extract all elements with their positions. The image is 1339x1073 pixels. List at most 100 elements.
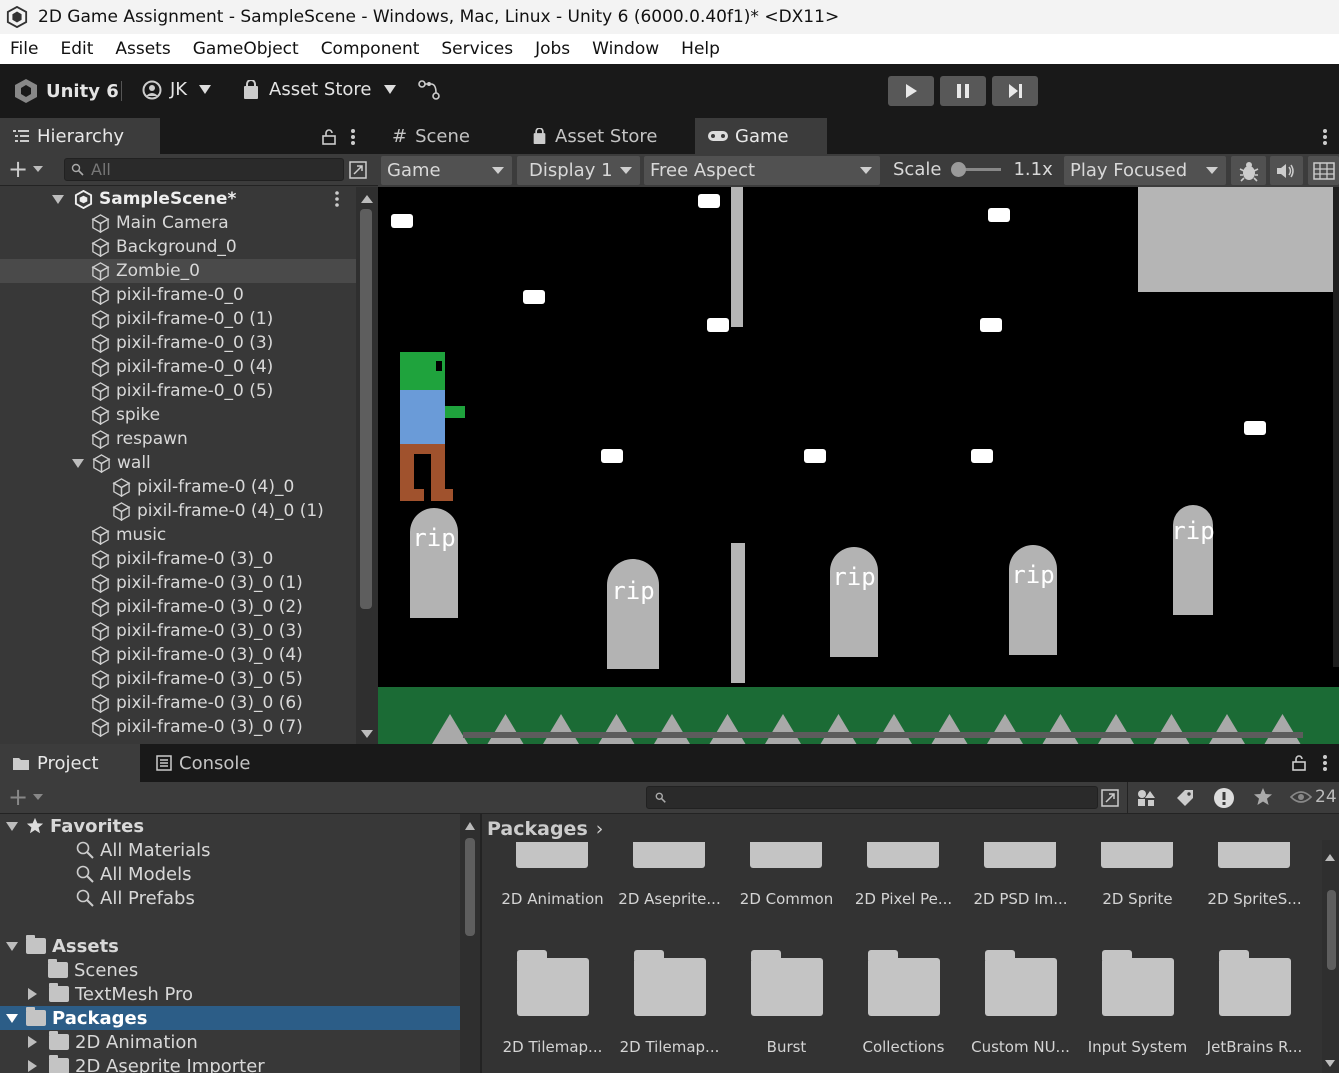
tab-console[interactable]: Console [144, 744, 274, 782]
hierarchy-item[interactable]: Zombie_0 [0, 259, 356, 283]
hierarchy-item[interactable]: pixil-frame-0 (3)_0 (7) [0, 715, 356, 739]
package-folder-item[interactable]: Collections [845, 950, 962, 1056]
create-dropdown[interactable]: + [8, 785, 44, 809]
scroll-up-arrow-icon[interactable] [465, 822, 475, 830]
hierarchy-item[interactable]: pixil-frame-0 (4)_0 [0, 475, 356, 499]
project-tree-item[interactable]: All Prefabs [0, 886, 460, 910]
package-folder-item[interactable]: 2D Pixel Pe... [845, 842, 962, 908]
kebab-menu-icon[interactable] [1322, 128, 1328, 146]
project-tree-item[interactable]: Favorites [0, 814, 460, 838]
warning-filter-icon[interactable] [1213, 787, 1235, 809]
package-folder-item[interactable]: 2D Aseprite... [611, 842, 728, 908]
project-tree-item[interactable]: TextMesh Pro [0, 982, 460, 1006]
lock-icon[interactable] [322, 129, 336, 145]
menu-item-services[interactable]: Services [441, 39, 513, 59]
project-tree-item[interactable]: Packages [0, 1006, 460, 1030]
tab-game[interactable]: Game [695, 118, 827, 154]
hierarchy-item[interactable]: Background_0 [0, 235, 356, 259]
hierarchy-item[interactable]: pixil-frame-0 (3)_0 (1) [0, 571, 356, 595]
tab-asset-store[interactable]: Asset Store [520, 118, 685, 154]
kebab-menu-icon[interactable] [334, 191, 340, 207]
hidden-packages-toggle[interactable]: 24 [1290, 787, 1337, 807]
kebab-menu-icon[interactable] [1322, 754, 1328, 772]
scroll-down-arrow-icon[interactable] [361, 730, 373, 738]
package-folder-item[interactable]: 2D Tilemap... [494, 950, 611, 1056]
scene-visibility-icon[interactable] [348, 160, 368, 180]
menu-item-help[interactable]: Help [681, 39, 720, 59]
unity-version-button[interactable]: Unity 6 [14, 78, 119, 104]
star-icon[interactable] [1253, 787, 1273, 807]
game-viewport[interactable]: rip rip rip rip rip [378, 187, 1339, 744]
hierarchy-item[interactable]: pixil-frame-0_0 (1) [0, 307, 356, 331]
expand-arrow-icon[interactable] [72, 458, 84, 468]
asset-store-dropdown[interactable]: Asset Store [242, 79, 396, 100]
breadcrumb-packages[interactable]: Packages [487, 818, 588, 840]
menu-item-gameobject[interactable]: GameObject [193, 39, 299, 59]
stats-toggle[interactable] [1308, 156, 1339, 185]
tab-project[interactable]: Project [0, 744, 140, 782]
collapse-arrow-icon[interactable] [28, 1060, 37, 1072]
gizmos-toggle[interactable] [1231, 156, 1266, 185]
search-scope-icon[interactable] [1100, 788, 1120, 808]
hierarchy-item[interactable]: pixil-frame-0 (3)_0 (4) [0, 643, 356, 667]
step-button[interactable] [992, 76, 1038, 106]
play-button[interactable] [888, 76, 934, 106]
scene-row[interactable]: SampleScene* [0, 187, 356, 211]
scale-slider[interactable] [951, 162, 1002, 177]
hierarchy-item[interactable]: spike [0, 403, 356, 427]
scroll-up-arrow-icon[interactable] [361, 195, 373, 203]
project-tree-item[interactable]: Scenes [0, 958, 460, 982]
package-folder-item[interactable]: 2D PSD Im... [962, 842, 1079, 908]
game-mode-dropdown[interactable]: Game [381, 156, 512, 185]
hierarchy-scrollbar[interactable] [356, 187, 378, 744]
aspect-dropdown[interactable]: Free Aspect [644, 156, 880, 185]
package-folder-item[interactable]: 2D Sprite [1079, 842, 1196, 908]
menu-item-jobs[interactable]: Jobs [535, 39, 570, 59]
scroll-up-arrow-icon[interactable] [1325, 854, 1335, 861]
project-tree-item[interactable]: 2D Aseprite Importer [0, 1054, 460, 1073]
tab-scene[interactable]: # Scene [380, 118, 510, 154]
menu-item-assets[interactable]: Assets [115, 39, 170, 59]
pause-button[interactable] [940, 76, 986, 106]
hierarchy-item[interactable]: pixil-frame-0_0 (5) [0, 379, 356, 403]
lock-icon[interactable] [1292, 755, 1306, 771]
search-by-type-icon[interactable] [1136, 788, 1156, 808]
hierarchy-item[interactable]: pixil-frame-0_0 (4) [0, 355, 356, 379]
menu-item-edit[interactable]: Edit [60, 39, 93, 59]
project-tree-item[interactable]: 2D Animation [0, 1030, 460, 1054]
play-focused-dropdown[interactable]: Play Focused [1064, 156, 1226, 185]
hierarchy-item[interactable]: pixil-frame-0 (3)_0 (6) [0, 691, 356, 715]
package-folder-item[interactable]: Custom NU... [962, 950, 1079, 1056]
collapse-arrow-icon[interactable] [28, 1036, 37, 1048]
scroll-thumb[interactable] [360, 209, 372, 609]
package-folder-item[interactable]: 2D SpriteS... [1196, 842, 1313, 908]
package-folder-item[interactable]: Burst [728, 950, 845, 1056]
breadcrumb[interactable]: Packages › [487, 818, 603, 840]
mute-audio-toggle[interactable] [1270, 156, 1303, 185]
collapse-arrow-icon[interactable] [28, 988, 37, 1000]
hierarchy-item[interactable]: pixil-frame-0 (3)_0 [0, 547, 356, 571]
hierarchy-item[interactable]: pixil-frame-0 (3)_0 (2) [0, 595, 356, 619]
scroll-thumb[interactable] [1327, 890, 1336, 970]
scale-slider-thumb[interactable] [951, 162, 967, 177]
create-dropdown[interactable]: + [8, 157, 44, 181]
expand-arrow-icon[interactable] [52, 194, 64, 204]
project-tree-scrollbar[interactable] [460, 814, 480, 1073]
project-tree-item[interactable]: All Materials [0, 838, 460, 862]
package-folder-item[interactable]: 2D Animation [494, 842, 611, 908]
display-dropdown[interactable]: Display 1 [517, 156, 640, 185]
package-folder-item[interactable]: Input System [1079, 950, 1196, 1056]
project-grid-scrollbar[interactable] [1322, 840, 1339, 1073]
account-dropdown[interactable]: JK [142, 79, 212, 100]
project-tree-item[interactable]: Assets [0, 934, 460, 958]
hierarchy-item[interactable]: respawn [0, 427, 356, 451]
hierarchy-item[interactable]: pixil-frame-0 (3)_0 (3) [0, 619, 356, 643]
hierarchy-search-input[interactable]: All [64, 158, 344, 181]
hierarchy-item[interactable]: wall [0, 451, 356, 475]
menu-item-component[interactable]: Component [321, 39, 420, 59]
hierarchy-item[interactable]: music [0, 523, 356, 547]
hierarchy-item[interactable]: pixil-frame-0 (3)_0 (5) [0, 667, 356, 691]
tab-hierarchy[interactable]: Hierarchy [0, 118, 160, 154]
scroll-thumb[interactable] [465, 838, 475, 936]
scroll-down-arrow-icon[interactable] [1325, 1060, 1335, 1067]
